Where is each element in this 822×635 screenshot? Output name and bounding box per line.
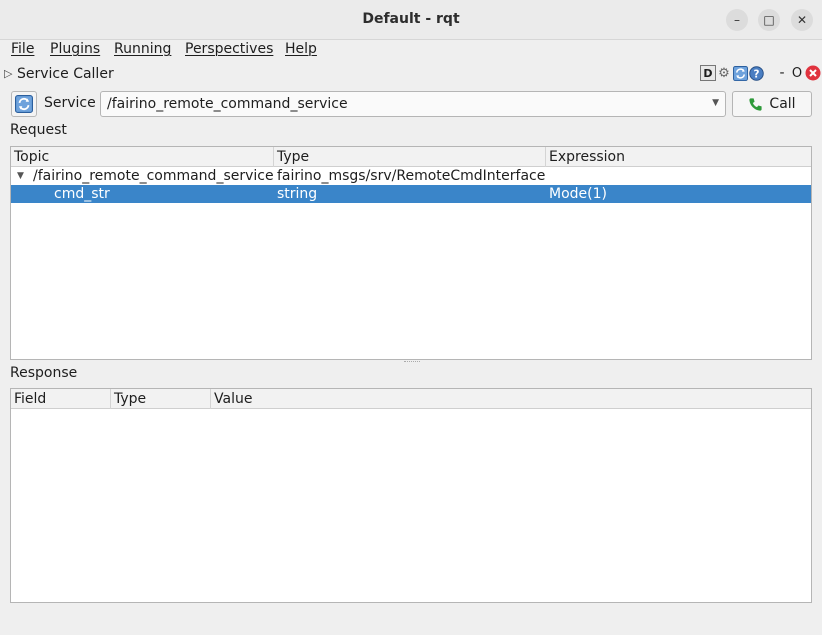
title-bar: Default - rqt – □ ✕ [0, 0, 822, 40]
phone-icon [749, 97, 763, 111]
call-label: Call [769, 96, 796, 112]
dock-o-label: O [791, 65, 803, 81]
call-button[interactable]: Call [732, 91, 812, 117]
close-button[interactable]: ✕ [791, 9, 813, 31]
menu-perspectives[interactable]: Perspectives [185, 41, 273, 57]
row-type: string [277, 186, 318, 202]
menu-plugins[interactable]: Plugins [50, 41, 100, 57]
dock-minus-label: - [779, 65, 785, 81]
dock-d-button[interactable]: D [700, 65, 716, 81]
svg-text:?: ? [753, 68, 759, 80]
expand-triangle-icon[interactable]: ▷ [4, 67, 12, 80]
maximize-icon: □ [763, 13, 775, 27]
column-header-field[interactable]: Field [11, 389, 111, 409]
response-tree-header: Field Type Value [11, 389, 811, 409]
plugin-title: Service Caller [17, 66, 114, 82]
tree-row-cmd-str[interactable]: cmd_str string Mode(1) [11, 185, 811, 203]
dock-d-label: D [703, 66, 713, 80]
column-header-expression[interactable]: Expression [546, 147, 811, 167]
gear-icon[interactable]: ⚙ [716, 65, 732, 81]
service-select-value: /fairino_remote_command_service [107, 96, 348, 112]
maximize-button[interactable]: □ [758, 9, 780, 31]
help-icon[interactable]: ? [748, 65, 764, 81]
response-tree[interactable]: Field Type Value [10, 388, 812, 603]
response-label: Response [10, 365, 78, 381]
window-title: Default - rqt [362, 11, 460, 27]
dock-minimize-button[interactable]: - [774, 65, 790, 81]
request-tree-header: Topic Type Expression [11, 147, 811, 167]
collapse-arrow-icon[interactable]: ▼ [17, 167, 24, 185]
refresh-icon [15, 95, 33, 113]
menu-help[interactable]: Help [285, 41, 317, 57]
minimize-button[interactable]: – [726, 9, 748, 31]
row-topic: /fairino_remote_command_service [33, 168, 274, 184]
plugin-dock-header: ▷ Service Caller D ⚙ ? - O [0, 64, 822, 86]
splitter-handle[interactable] [404, 361, 420, 364]
dock-close-icon[interactable] [805, 65, 821, 81]
reload-icon[interactable] [732, 65, 748, 81]
row-type: fairino_msgs/srv/RemoteCmdInterface [277, 168, 546, 184]
tree-row-service[interactable]: ▼ /fairino_remote_command_service fairin… [11, 167, 811, 185]
dock-controls: D ⚙ ? - O [700, 65, 822, 85]
request-label: Request [10, 122, 67, 138]
service-select[interactable]: /fairino_remote_command_service ▼ [100, 91, 726, 117]
menu-bar: File Plugins Running Perspectives Help [0, 40, 822, 62]
service-label: Service [44, 95, 96, 111]
minimize-icon: – [734, 13, 740, 27]
row-expression[interactable]: Mode(1) [549, 185, 607, 203]
menu-file[interactable]: File [11, 41, 34, 57]
chevron-down-icon: ▼ [712, 98, 719, 108]
column-header-topic[interactable]: Topic [11, 147, 274, 167]
close-icon: ✕ [796, 13, 808, 27]
menu-running[interactable]: Running [114, 41, 171, 57]
refresh-services-button[interactable] [11, 91, 37, 117]
dock-float-button[interactable]: O [789, 65, 805, 81]
row-topic: cmd_str [54, 186, 110, 202]
request-tree[interactable]: Topic Type Expression ▼ /fairino_remote_… [10, 146, 812, 360]
column-header-value[interactable]: Value [211, 389, 811, 409]
column-header-type[interactable]: Type [274, 147, 546, 167]
column-header-type[interactable]: Type [111, 389, 211, 409]
